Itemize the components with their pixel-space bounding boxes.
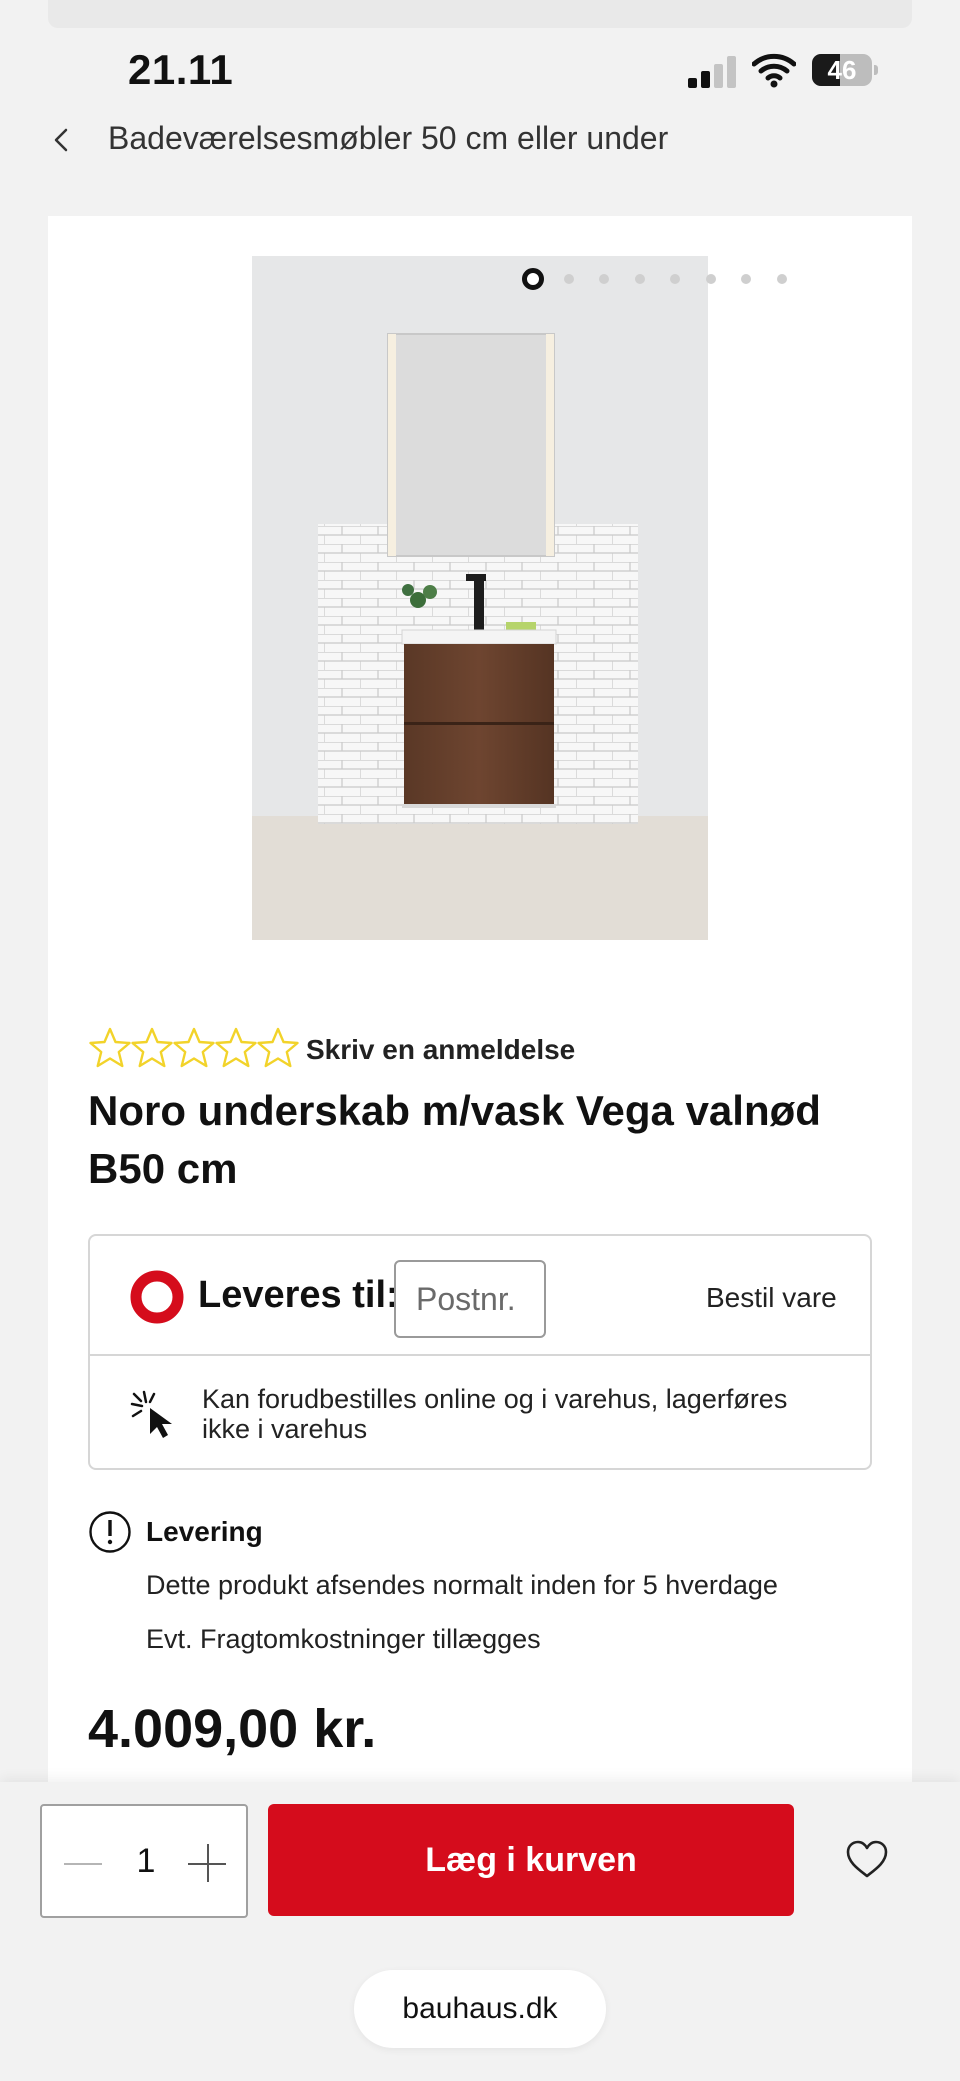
browser-url-bar[interactable]: bauhaus.dk (354, 1970, 606, 2048)
vanity-illustration (252, 256, 708, 940)
quantity-stepper: 1 (40, 1804, 248, 1918)
carousel-dot[interactable] (776, 274, 787, 284)
levering-freight-note: Evt. Fragtomkostninger tillægges (146, 1624, 541, 1654)
signal-icon (688, 54, 736, 88)
carousel-dot[interactable] (563, 274, 574, 284)
write-review-link[interactable]: Skriv en anmeldelse (306, 1034, 575, 1066)
increase-quantity-button[interactable] (186, 1842, 230, 1886)
product-price: 4.009,00 kr. (88, 1699, 377, 1759)
star-outline-icon[interactable] (88, 1026, 132, 1070)
star-outline-icon[interactable] (256, 1026, 300, 1070)
order-item-label: Bestil vare (706, 1282, 837, 1313)
click-cursor-icon (130, 1390, 172, 1438)
star-outline-icon[interactable] (130, 1026, 174, 1070)
product-image[interactable] (252, 256, 708, 940)
chevron-left-icon[interactable] (44, 122, 80, 158)
carousel-dot[interactable] (705, 274, 716, 284)
previous-page-peek (48, 0, 912, 28)
star-outline-icon[interactable] (172, 1026, 216, 1070)
status-time: 21.11 (128, 46, 234, 93)
carousel-dot-active[interactable] (522, 268, 544, 290)
battery-icon: 46 (812, 54, 878, 86)
image-carousel-dots[interactable] (522, 268, 792, 290)
divider (90, 1354, 870, 1356)
info-alert-icon (89, 1511, 131, 1553)
decrease-quantity-button[interactable] (62, 1842, 106, 1886)
wifi-icon (752, 53, 796, 88)
breadcrumb-title[interactable]: Badeværelsesmøbler 50 cm eller under (108, 120, 668, 157)
nav-header: Badeværelsesmøbler 50 cm eller under (0, 110, 960, 170)
preorder-info: Kan forudbestilles online og i varehus, … (202, 1384, 788, 1444)
carousel-dot[interactable] (599, 274, 609, 284)
carousel-dot[interactable] (634, 274, 645, 284)
product-title: Noro underskab m/vask Vega valnød B50 cm (88, 1087, 821, 1192)
battery-level: 46 (827, 55, 857, 85)
delivery-box: Leveres til: Bestil vare Kan forudbestil… (88, 1234, 872, 1470)
star-outline-icon[interactable] (214, 1026, 258, 1070)
rating-row: Skriv en anmeldelse (88, 1026, 788, 1072)
delivery-target-icon (130, 1270, 184, 1324)
add-to-cart-button[interactable]: Læg i kurven (268, 1804, 794, 1916)
heart-icon[interactable] (844, 1838, 890, 1880)
levering-title: Levering (146, 1516, 263, 1547)
postnr-input[interactable] (394, 1260, 546, 1338)
levering-shipping-time: Dette produkt afsendes normalt inden for… (146, 1570, 778, 1600)
quantity-value[interactable]: 1 (126, 1842, 166, 1881)
carousel-dot[interactable] (741, 274, 751, 284)
carousel-dot[interactable] (670, 274, 680, 284)
delivery-label: Leveres til: (198, 1274, 399, 1316)
status-bar: 21.11 46 (0, 40, 960, 100)
